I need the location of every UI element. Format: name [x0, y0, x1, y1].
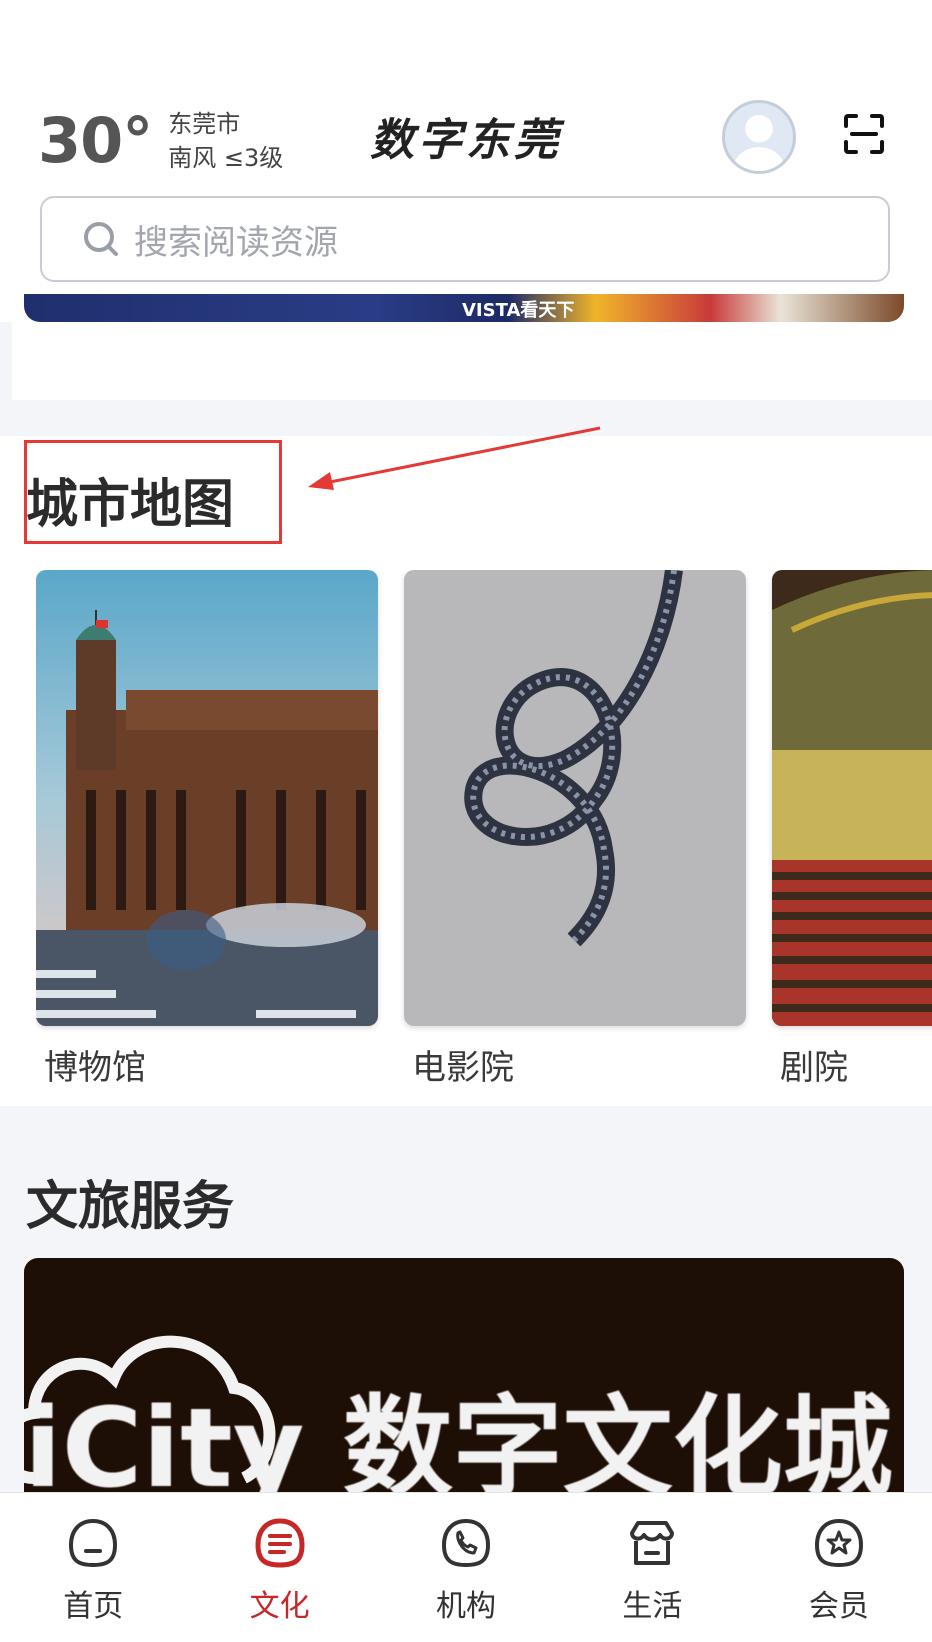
phone-icon: [442, 1518, 491, 1568]
search-input[interactable]: 搜索阅读资源: [40, 196, 890, 282]
banner-carousel[interactable]: VISTA看天下: [24, 294, 904, 322]
wind-info: 南风 ≤3级: [168, 143, 284, 172]
spacer: [0, 322, 932, 402]
tab-label-member: 会员: [808, 1589, 869, 1624]
banner-text: VISTA看天下: [462, 300, 575, 321]
card-label-theater: 剧院: [780, 1048, 848, 1088]
tab-label-life: 生活: [622, 1589, 683, 1624]
user-avatar-icon: [733, 114, 785, 171]
museum-image: [36, 570, 378, 1026]
tab-life[interactable]: 生活: [559, 1493, 745, 1642]
tab-home[interactable]: 首页: [0, 1493, 186, 1642]
search-placeholder: 搜索阅读资源: [134, 222, 338, 263]
card-label-cinema: 电影院: [412, 1048, 514, 1088]
avatar[interactable]: [722, 100, 796, 174]
icity-banner[interactable]: iCity 数字文化城: [24, 1258, 904, 1498]
annotation-highlight-box: [24, 440, 282, 544]
culture-icon: [255, 1518, 305, 1568]
card-label-museum: 博物馆: [44, 1048, 146, 1088]
tab-institution[interactable]: 机构: [373, 1493, 559, 1642]
tab-label-home: 首页: [63, 1589, 124, 1624]
travel-title: 文旅服务: [26, 1177, 235, 1237]
temperature: 30°: [38, 104, 153, 177]
shop-icon: [630, 1521, 675, 1565]
home-icon: [69, 1518, 118, 1568]
weather-info: 东莞市 南风 ≤3级: [168, 107, 283, 175]
tab-member[interactable]: 会员: [746, 1493, 932, 1642]
card-theater[interactable]: 剧院: [772, 570, 932, 1089]
card-cinema[interactable]: 电影院: [404, 570, 746, 1089]
search-icon: [84, 222, 118, 256]
tab-label-culture: 文化: [249, 1589, 310, 1624]
city-map-carousel[interactable]: 博物馆 电影院 剧院: [36, 570, 932, 1090]
cinema-image: [404, 570, 746, 1026]
scan-icon[interactable]: [842, 112, 886, 156]
app-logo: 数字东莞: [370, 115, 562, 166]
icity-banner-text: iCity 数字文化城: [24, 1384, 893, 1498]
tab-label-institution: 机构: [436, 1589, 497, 1624]
annotation-arrow-icon: [308, 426, 601, 490]
card-museum[interactable]: 博物馆: [36, 570, 378, 1089]
bottom-tab-bar: 首页 文化 机构 生活 会员: [0, 1492, 932, 1642]
city-name: 东莞市: [168, 109, 241, 138]
weather-widget[interactable]: 30° 东莞市 南风 ≤3级: [38, 104, 283, 177]
theater-image: [772, 570, 932, 1026]
tab-culture[interactable]: 文化: [186, 1493, 372, 1642]
header: 30° 东莞市 南风 ≤3级 数字东莞 搜索阅读资源 VISTA看天下: [0, 0, 932, 330]
member-star-icon: [814, 1518, 863, 1568]
